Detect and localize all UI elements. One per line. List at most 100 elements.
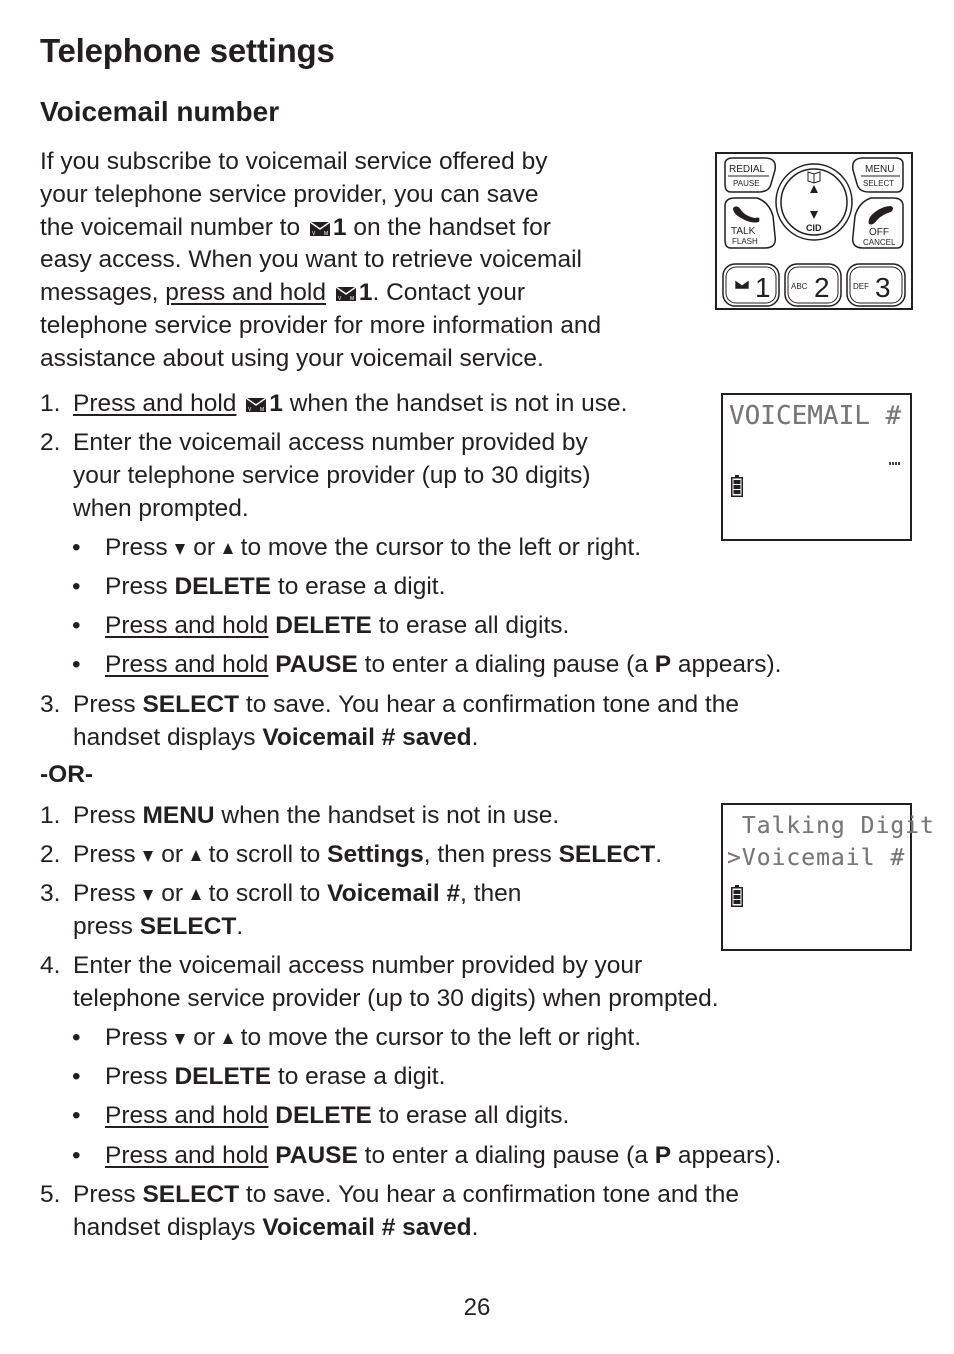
bold-term: P [654,1142,672,1169]
bullet-text: Press or to move the cursor to the left … [105,1024,642,1051]
menu-item-voicemail-selected: >Voicemail # [727,845,906,871]
pause-label: PAUSE [733,179,760,188]
battery-icon [731,885,743,907]
bold-term: DELETE [174,1063,272,1090]
down-arrow-icon [175,1034,186,1045]
section-title: Voicemail number [40,96,280,127]
bold-term: MENU [142,802,215,829]
bullet-text: Press and hold DELETE to erase all digit… [105,612,570,639]
cursor-icon [889,462,901,465]
off-cancel-key: OFF CANCEL [851,197,904,249]
bold-term: P [654,651,672,678]
down-arrow-icon [143,851,154,862]
or-separator: -OR- [40,761,94,788]
talk-flash-key: TALK FLASH [724,197,777,249]
intro-line: easy access. When you want to retrieve v… [40,246,582,274]
bold-term: Voicemail # [327,880,461,907]
bullet-marker: • [72,1063,81,1090]
bold-term: DELETE [275,1102,372,1129]
voicemail-key-icon: VM [245,398,267,412]
svg-text:M: M [260,407,264,412]
down-arrow-icon [143,890,154,901]
bold-term: Voicemail # saved [262,1214,472,1241]
voicemail-key-icon: VM [309,221,331,236]
handset-keypad-illustration: REDIAL PAUSE MENU SELECT CID TALK FLASH … [715,152,913,310]
step-text: Enter the voicemail access number provid… [73,429,588,456]
step-number: 1. [40,802,61,829]
screen-title: VOICEMAIL # [729,401,902,431]
intro-line: telephone service provider for more info… [40,311,602,339]
step-text: handset displays Voicemail # saved. [73,1214,479,1241]
step-text: Press or to scroll to Settings, then pre… [73,841,663,868]
bold-term: SELECT [139,913,237,940]
bullet-marker: • [72,1024,81,1051]
step-text: Press and hold VM1 when the handset is n… [73,390,628,417]
key-3-letters: DEF [853,282,869,291]
redial-pause-key: REDIAL PAUSE [724,157,777,193]
bold-term: 1 [332,213,347,241]
step-text: telephone service provider (up to 30 dig… [73,985,719,1012]
menu-select-key: MENU SELECT [851,157,904,193]
step-text: Enter the voicemail access number provid… [73,952,643,979]
intro-paragraph: If you subscribe to voicemail service of… [40,146,690,376]
bold-term: PAUSE [275,1142,358,1169]
step-text: Press SELECT to save. You hear a confirm… [73,691,739,718]
step-text: Press MENU when the handset is not in us… [73,802,560,829]
step-number: 5. [40,1181,61,1208]
step-number: 2. [40,429,61,456]
step-number: 3. [40,880,61,907]
off-label: OFF [869,227,889,238]
intro-line: messages, press and hold V M 1. Contact yo… [40,279,525,307]
intro-line: the voicemail number to VM1 on the hands… [40,213,551,241]
step-number: 1. [40,390,61,417]
page-number: 26 [463,1294,491,1321]
select-label: SELECT [863,179,894,188]
bullet-text: Press and hold PAUSE to enter a dialing … [105,1142,782,1169]
cancel-label: CANCEL [863,238,896,247]
svg-text:M: M [324,231,328,236]
bold-term: PAUSE [275,651,358,678]
bullet-text: Press or to move the cursor to the left … [105,534,642,561]
bullet-text: Press and hold DELETE to erase all digit… [105,1102,570,1129]
handset-screen-settings-menu: Talking Digit >Voicemail # [721,803,934,951]
key-2: ABC 2 [784,263,842,307]
bullet-marker: • [72,573,81,600]
bullet-text: Press DELETE to erase a digit. [105,573,446,600]
press-and-hold-term: press and hold [165,279,327,307]
voicemail-key-icon: VM [335,287,357,302]
menu-item-talking-digit: Talking Digit [727,813,935,839]
flash-label: FLASH [732,237,758,246]
press-and-hold-term: Press and hold [73,390,237,417]
bold-term: SELECT [558,841,656,868]
bullet-marker: • [72,612,81,639]
key-1: 1 [722,263,780,307]
press-and-hold-term: Press and hold [105,1142,269,1169]
up-arrow-icon [190,850,201,861]
step-text: when prompted. [73,495,249,522]
key-2-digit: 2 [814,272,830,303]
redial-label: REDIAL [729,164,766,175]
navigation-ring: CID [775,163,853,241]
bold-term: DELETE [174,573,272,600]
key-1-digit: 1 [755,272,771,303]
page-title: Telephone settings [40,32,335,69]
intro-line: your telephone service provider, you can… [40,180,539,208]
press-and-hold-term: Press and hold [105,1102,269,1129]
up-arrow-icon [190,889,201,900]
talk-label: TALK [731,226,756,237]
bold-term: 1 [269,390,283,417]
bullet-text: Press DELETE to erase a digit. [105,1063,446,1090]
step-number: 3. [40,691,61,718]
step-text: your telephone service provider (up to 3… [73,462,591,489]
bold-term: Voicemail # saved [262,724,472,751]
bullet-marker: • [72,1142,81,1169]
key-2-letters: ABC [791,282,808,291]
step-number: 2. [40,841,61,868]
cid-label: CID [806,223,822,233]
intro-line: If you subscribe to voicemail service of… [40,148,548,175]
bullet-marker: • [72,1102,81,1129]
up-arrow-icon [222,1033,233,1044]
bold-term: SELECT [142,1181,240,1208]
bold-term: 1 [358,279,373,307]
key-3: DEF 3 [846,263,906,307]
